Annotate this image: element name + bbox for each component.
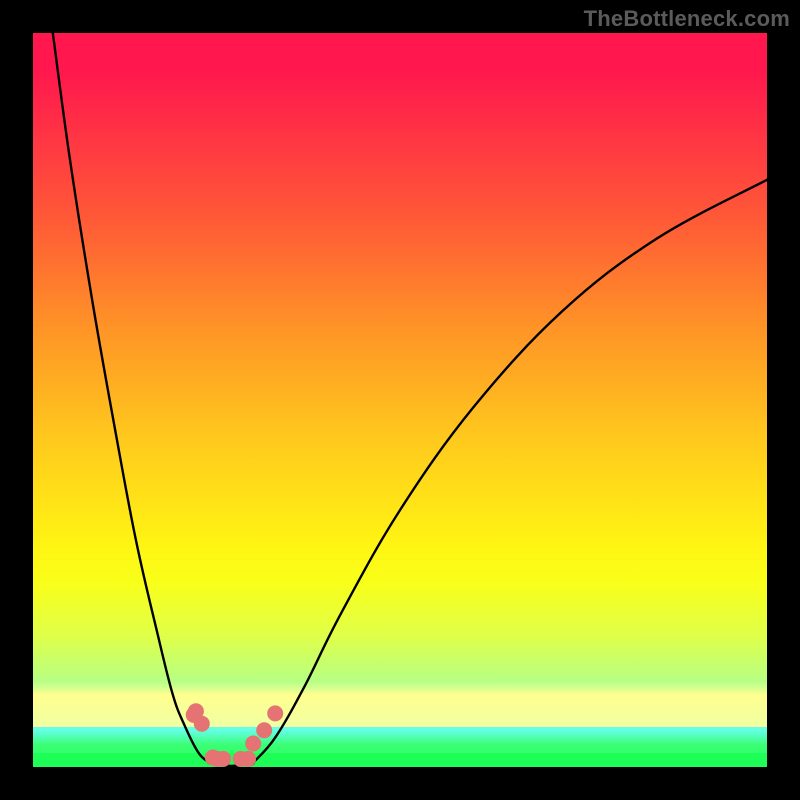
data-marker <box>267 705 283 721</box>
data-marker <box>240 751 256 767</box>
curve-layer <box>33 33 767 767</box>
data-marker <box>194 716 210 732</box>
data-marker <box>256 722 272 738</box>
data-marker <box>215 751 231 767</box>
watermark-text: TheBottleneck.com <box>584 6 790 32</box>
data-markers <box>186 703 284 767</box>
chart-frame: TheBottleneck.com <box>0 0 800 800</box>
bottleneck-curve <box>53 33 767 766</box>
data-marker <box>245 736 261 752</box>
